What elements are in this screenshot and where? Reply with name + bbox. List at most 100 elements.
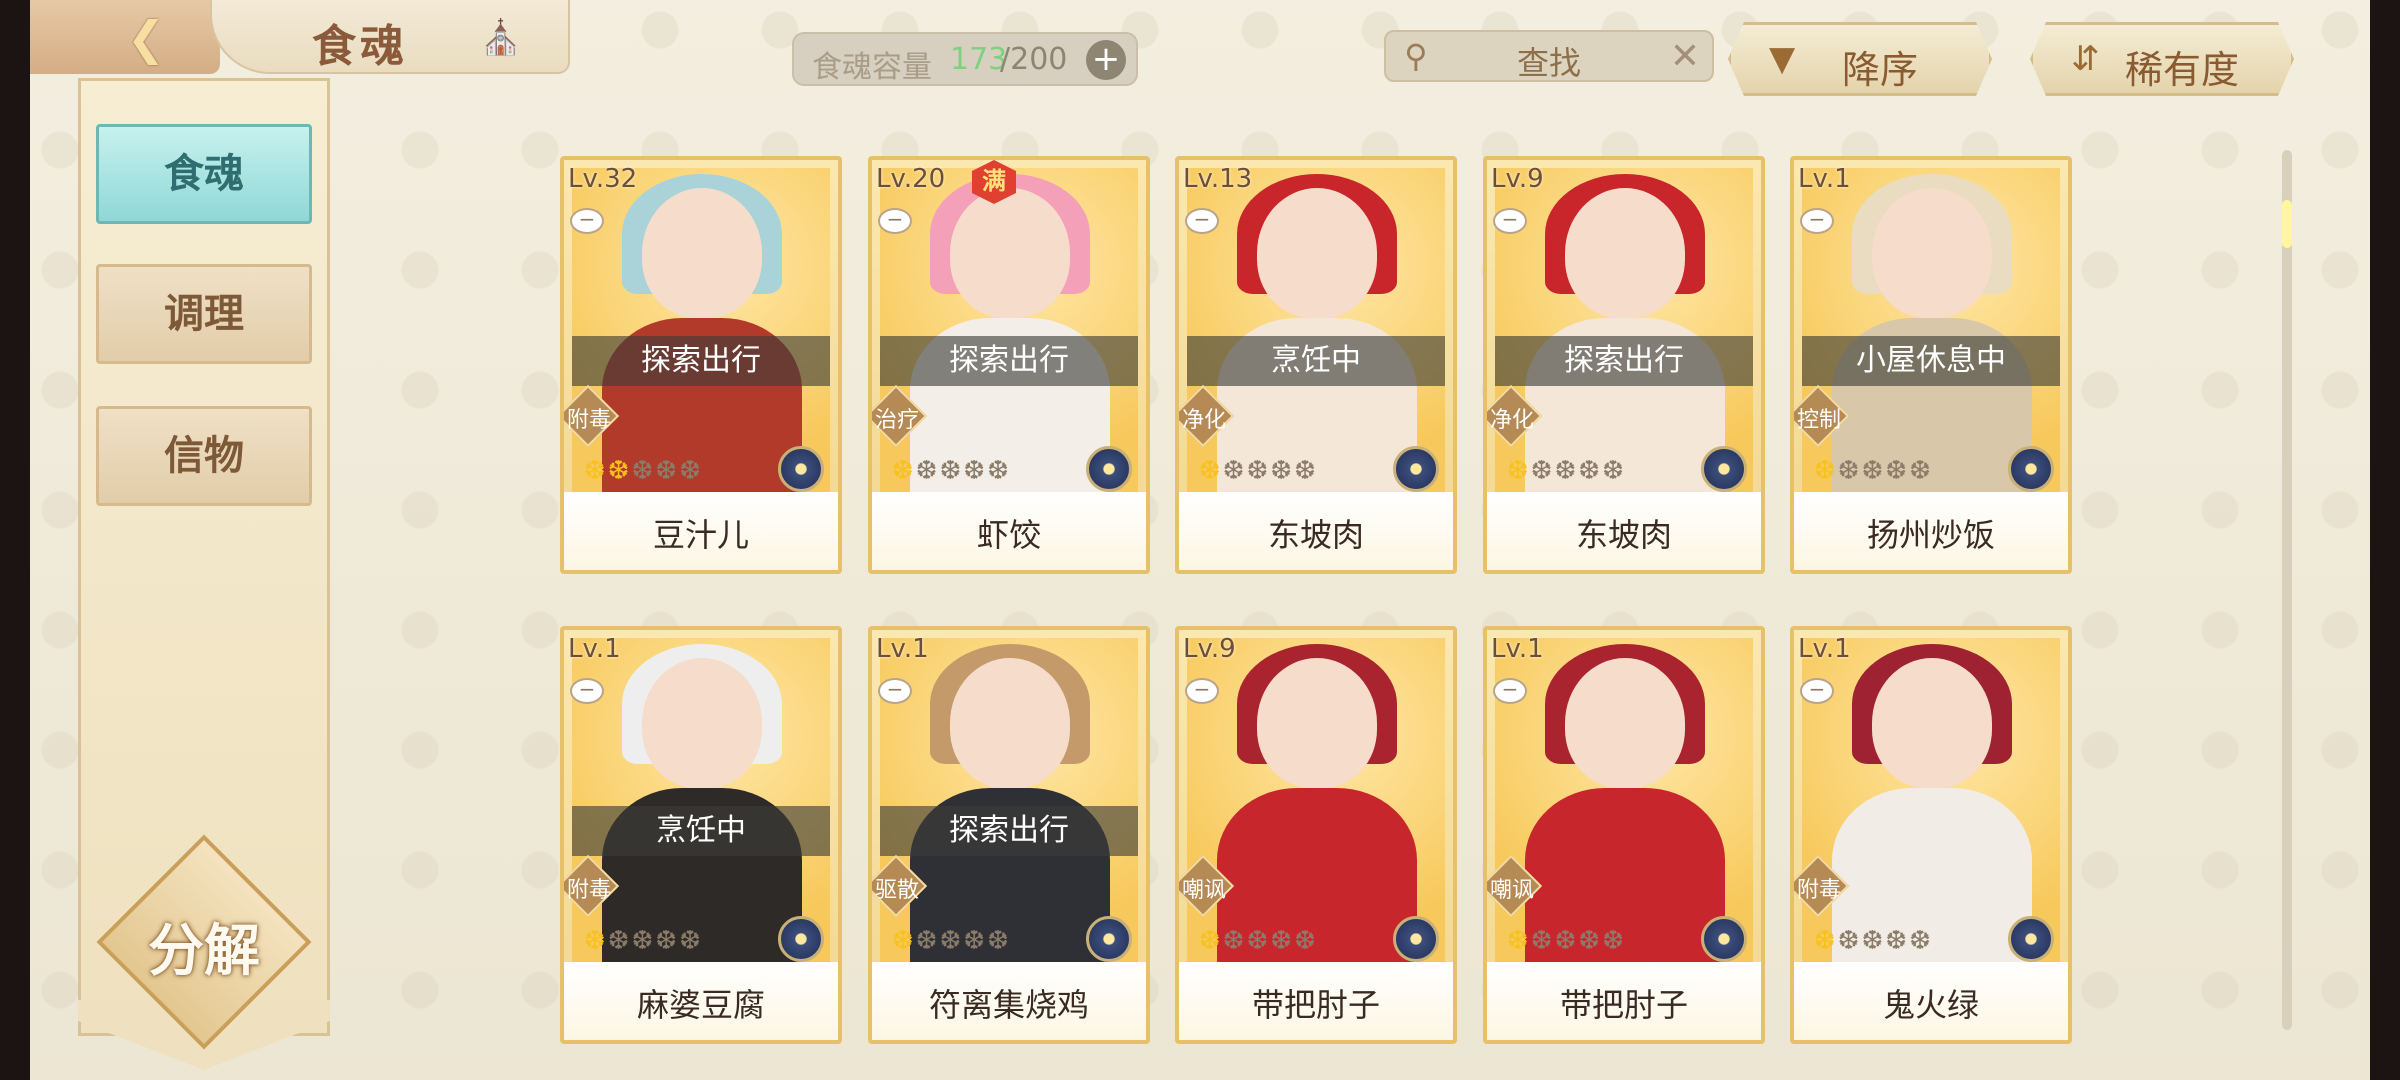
role-tag-label: 驱散 [874,878,919,903]
food-soul-card[interactable]: Lv.1− 探索出行 驱散 ❆❆❆❆❆ 符离集烧鸡 [868,626,1150,1044]
role-tag: 附毒 [564,384,620,448]
star-icon: ❆ [1507,456,1531,486]
lock-toggle-icon[interactable]: − [1493,208,1527,234]
element-medallion-icon [778,446,824,492]
food-soul-card[interactable]: Lv.1− 小屋休息中 控制 ❆❆❆❆❆ 扬州炒饭 [1790,156,2072,574]
star-rating: ❆❆❆❆❆ [1507,926,1626,958]
lock-toggle-icon[interactable]: − [1185,208,1219,234]
page-title: 食魂 [312,21,408,72]
status-label: 烹饪中 [572,806,830,856]
role-tag: 净化 [1487,384,1543,448]
close-icon[interactable]: ✕ [1670,36,1700,77]
sort-order-button[interactable]: ▼ 降序 [1728,22,1992,96]
food-soul-card[interactable]: Lv.20 满 − 探索出行 治疗 ❆❆❆❆❆ 虾饺 [868,156,1150,574]
decompose-label[interactable]: 分解 [118,906,290,987]
status-label: 烹饪中 [1187,336,1445,386]
star-icon: ❆ [1909,456,1933,486]
element-medallion-icon [2008,916,2054,962]
food-soul-card[interactable]: Lv.9− 嘲讽 ❆❆❆❆❆ 带把肘子 [1175,626,1457,1044]
back-arrow-icon[interactable]: ❮ [118,12,174,64]
character-face [1257,658,1377,788]
star-icon: ❆ [1270,456,1295,486]
star-icon: ❆ [655,456,680,486]
card-name: 带把肘子 [1559,986,1688,1024]
card-name: 豆汁儿 [652,516,749,554]
role-tag-label: 嘲讽 [1181,878,1226,903]
search-placeholder: 查找 [1516,44,1581,82]
role-tag: 驱散 [872,854,928,918]
card-name: 麻婆豆腐 [636,986,765,1024]
role-tag: 附毒 [1794,854,1850,918]
name-plate: 符离集烧鸡 [872,962,1146,1040]
card-name: 东坡肉 [1575,516,1672,554]
role-tag: 治疗 [872,384,928,448]
sidebar-item-tiaoli[interactable]: 调理 [96,264,312,364]
food-soul-card[interactable]: Lv.1− 嘲讽 ❆❆❆❆❆ 带把肘子 [1483,626,1765,1044]
star-rating: ❆❆❆❆❆ [584,456,703,488]
food-soul-card[interactable]: Lv.13− 烹饪中 净化 ❆❆❆❆❆ 东坡肉 [1175,156,1457,574]
level-label: Lv.9 [1491,164,1544,194]
food-soul-card[interactable]: Lv.32− 探索出行 附毒 ❆❆❆❆❆ 豆汁儿 [560,156,842,574]
star-rating: ❆❆❆❆❆ [1199,456,1318,488]
level-label: Lv.13 [1183,164,1253,194]
food-soul-card[interactable]: Lv.9− 探索出行 净化 ❆❆❆❆❆ 东坡肉 [1483,156,1765,574]
card-name: 符离集烧鸡 [928,986,1089,1024]
star-icon: ❆ [1270,926,1295,956]
star-icon: ❆ [1861,456,1886,486]
name-plate: 扬州炒饭 [1794,492,2068,570]
card-grid: Lv.32− 探索出行 附毒 ❆❆❆❆❆ 豆汁儿 Lv.20 满 − 探索出行 治疗 ❆❆❆❆❆ 虾饺… [560,156,2080,1044]
lock-toggle-icon[interactable]: − [1800,208,1834,234]
scrollbar-track[interactable] [2282,150,2292,1030]
star-icon: ❆ [1885,456,1910,486]
star-icon: ❆ [1814,456,1838,486]
star-icon: ❆ [915,456,940,486]
star-icon: ❆ [1554,456,1579,486]
name-plate: 东坡肉 [1179,492,1453,570]
character-face [1565,188,1685,318]
role-tag-label: 附毒 [566,408,611,433]
star-icon: ❆ [1554,926,1579,956]
lock-toggle-icon[interactable]: − [1493,678,1527,704]
sidebar-item-xinwu[interactable]: 信物 [96,406,312,506]
star-icon: ❆ [631,456,656,486]
status-label: 探索出行 [1495,336,1753,386]
left-letterbox [0,0,30,1080]
star-icon: ❆ [1294,456,1318,486]
element-medallion-icon [1701,916,1747,962]
level-label: Lv.32 [568,164,638,194]
food-soul-card[interactable]: Lv.1− 烹饪中 附毒 ❆❆❆❆❆ 麻婆豆腐 [560,626,842,1044]
star-icon: ❆ [939,926,964,956]
name-plate: 麻婆豆腐 [564,962,838,1040]
star-icon: ❆ [939,456,964,486]
scrollbar-thumb[interactable] [2282,200,2292,248]
element-medallion-icon [1393,446,1439,492]
character-face [1872,658,1992,788]
star-rating: ❆❆❆❆❆ [892,926,1011,958]
sidebar-item-shihun[interactable]: 食魂 [96,124,312,224]
plus-icon[interactable]: + [1086,40,1126,80]
star-rating: ❆❆❆❆❆ [892,456,1011,488]
food-soul-card[interactable]: Lv.1− 附毒 ❆❆❆❆❆ 鬼火绿 [1790,626,2072,1044]
card-name: 带把肘子 [1251,986,1380,1024]
element-medallion-icon [1393,916,1439,962]
sort-rarity-button[interactable]: ⇵ 稀有度 [2030,22,2294,96]
star-icon: ❆ [584,456,608,486]
star-icon: ❆ [892,926,916,956]
role-tag-label: 附毒 [566,878,611,903]
pavilion-icon[interactable]: ⛪ [478,18,524,58]
search-input[interactable]: ⚲ 查找 ✕ [1384,30,1714,82]
role-tag-label: 净化 [1489,408,1534,433]
star-icon: ❆ [1246,926,1271,956]
lock-toggle-icon[interactable]: − [570,208,604,234]
lock-toggle-icon[interactable]: − [1800,678,1834,704]
role-tag: 控制 [1794,384,1850,448]
star-icon: ❆ [1199,456,1223,486]
lock-toggle-icon[interactable]: − [878,208,912,234]
star-icon: ❆ [1837,926,1862,956]
lock-toggle-icon[interactable]: − [1185,678,1219,704]
lock-toggle-icon[interactable]: − [878,678,912,704]
star-icon: ❆ [1814,926,1838,956]
lock-toggle-icon[interactable]: − [570,678,604,704]
level-label: Lv.1 [1798,634,1851,664]
star-icon: ❆ [607,456,632,486]
